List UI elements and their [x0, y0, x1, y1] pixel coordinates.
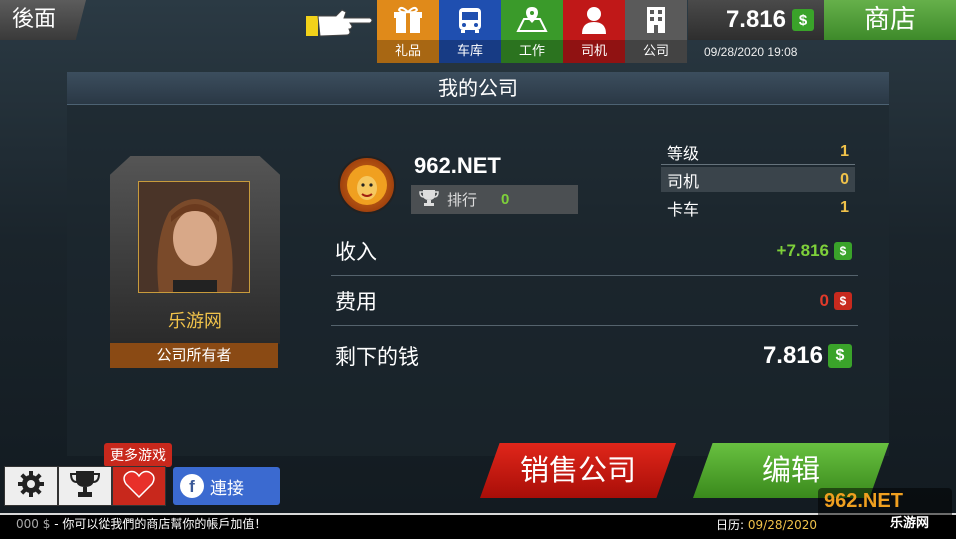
finance-label: 费用 — [335, 289, 377, 314]
tab-label: 礼品 — [377, 40, 439, 63]
finance-balance: 剩下的钱 7.816 $ — [331, 331, 858, 381]
finance-expense: 费用 0 $ — [331, 276, 858, 326]
tab-garage[interactable]: 车库 — [439, 0, 501, 63]
settings-button[interactable] — [4, 466, 58, 506]
dollar-icon: $ — [834, 241, 852, 260]
tab-company[interactable]: 公司 — [625, 0, 687, 63]
bus-icon — [439, 0, 501, 40]
driver-icon — [563, 0, 625, 40]
stat-level: 等级 1 — [661, 140, 855, 165]
tab-gift[interactable]: 礼品 — [377, 0, 439, 63]
page-title: 我的公司 — [67, 72, 889, 105]
ticker-message: - 你可以從我們的商店幫你的帳戶加值！ — [54, 517, 267, 531]
rank-value: 0 — [501, 191, 510, 208]
dollar-icon: $ — [792, 9, 814, 31]
dollar-icon: $ — [828, 344, 852, 368]
finance-label: 收入 — [335, 239, 377, 264]
favorite-button[interactable] — [112, 466, 166, 506]
calendar: 日历: 09/28/2020 — [716, 516, 817, 533]
money-amount: 7.816 — [725, 6, 786, 33]
finance-value: 0 — [819, 290, 829, 310]
facebook-connect-button[interactable]: f 連接 — [173, 467, 280, 505]
tab-label: 工作 — [501, 40, 563, 63]
finance-income: 收入 +7.816 $ — [331, 226, 858, 276]
calendar-label: 日历: — [716, 518, 745, 532]
more-games-badge[interactable]: 更多游戏 — [104, 443, 172, 467]
tab-label: 车库 — [439, 40, 501, 63]
back-button[interactable]: 後面 — [0, 0, 86, 40]
owner-name: 乐游网 — [168, 311, 222, 332]
facebook-icon: f — [180, 474, 204, 498]
owner-role-badge: 公司所有者 — [110, 343, 278, 368]
tab-jobs[interactable]: 工作 — [501, 0, 563, 63]
rank-label: 排行 — [447, 191, 478, 209]
finance-value: 7.816 — [762, 342, 823, 369]
finance-value: +7.816 — [776, 240, 829, 260]
stat-value: 1 — [840, 143, 849, 160]
tab-drivers[interactable]: 司机 — [563, 0, 625, 63]
map-icon — [501, 0, 563, 40]
ticker-prefix: 000 $ — [16, 517, 51, 531]
tab-label: 公司 — [625, 40, 687, 63]
watermark-bottom: 乐游网 — [890, 515, 930, 530]
rank-box: 排行 0 — [411, 185, 578, 214]
company-name: 962.NET — [414, 153, 501, 178]
pointing-hand-icon — [306, 6, 374, 40]
gift-icon — [377, 0, 439, 40]
watermark-top: 962.NET — [824, 490, 903, 512]
sell-company-button[interactable]: 销售公司 — [480, 443, 676, 498]
stat-label: 等级 — [667, 144, 700, 163]
stat-value: 0 — [840, 170, 849, 188]
watermark: 962.NET 乐游网 — [818, 488, 952, 532]
building-icon — [625, 0, 687, 40]
leaderboard-button[interactable] — [58, 466, 112, 506]
trophy-icon — [419, 189, 439, 211]
heart-icon — [123, 470, 155, 502]
finance-label: 剩下的钱 — [335, 345, 419, 369]
stat-value: 1 — [840, 198, 849, 216]
dollar-icon: $ — [834, 291, 852, 310]
datetime: 09/28/2020 19:08 — [704, 45, 798, 59]
stat-trucks: 卡车 1 — [661, 195, 855, 220]
stat-drivers: 司机 0 — [661, 167, 855, 192]
stat-label: 司机 — [667, 171, 700, 191]
connect-label: 連接 — [210, 478, 244, 499]
gear-icon — [16, 469, 46, 503]
calendar-date: 09/28/2020 — [747, 518, 818, 532]
money-display: 7.816 $ — [688, 0, 824, 40]
stat-label: 卡车 — [667, 199, 700, 219]
ticker-text: 000 $ - 你可以從我們的商店幫你的帳戶加值！ — [16, 515, 266, 532]
avatar — [138, 181, 250, 293]
shop-button[interactable]: 商店 — [824, 0, 956, 40]
tab-label: 司机 — [563, 40, 625, 63]
trophy-icon — [69, 469, 101, 503]
lion-logo-icon — [338, 156, 396, 214]
